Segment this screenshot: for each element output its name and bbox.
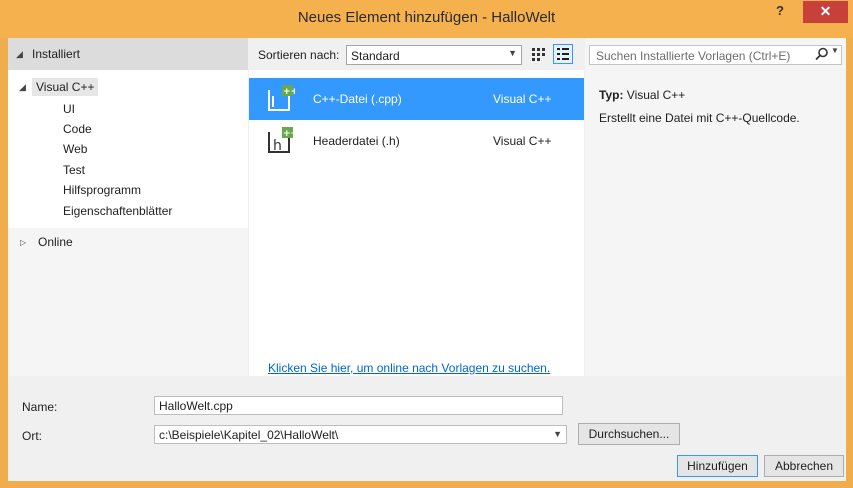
template-language: Visual C++ — [493, 92, 552, 106]
type-value: Visual C++ — [626, 88, 686, 102]
tree-item-eigenschaftenblaetter[interactable]: Eigenschaftenblätter — [63, 204, 172, 219]
collapse-triangle-icon[interactable]: ◢ — [16, 49, 23, 60]
template-description: Erstellt eine Datei mit C++-Quellcode. — [599, 111, 800, 125]
name-label: Name: — [22, 400, 58, 414]
tree-item-visual-cpp[interactable]: Visual C++ — [32, 78, 99, 96]
help-button[interactable]: ? — [765, 1, 795, 23]
expand-triangle-icon[interactable]: ▷ — [20, 238, 26, 247]
sort-label: Sortieren nach: — [258, 48, 340, 62]
svg-text:h: h — [273, 138, 282, 154]
template-item-header[interactable]: h ++ Headerdatei (.h) Visual C++ — [249, 120, 584, 162]
template-language: Visual C++ — [493, 134, 552, 148]
template-name: C++-Datei (.cpp) — [313, 92, 402, 106]
online-templates-link[interactable]: Klicken Sie hier, um online nach Vorlage… — [268, 361, 550, 375]
category-panel: ◢ Installiert ◢ Visual C++ UI Code Web T… — [8, 38, 248, 376]
cancel-button[interactable]: Abbrechen — [764, 455, 844, 477]
tree-item-web[interactable]: Web — [63, 142, 87, 157]
chevron-down-icon[interactable]: ▼ — [553, 429, 562, 439]
window-title: Neues Element hinzufügen - HalloWelt — [297, 9, 556, 26]
template-toolbar: Sortieren nach: Standard ▼ — [249, 38, 584, 70]
dialog-window: Neues Element hinzufügen - HalloWelt ? ✕… — [0, 0, 853, 488]
template-list-panel: Sortieren nach: Standard ▼ ++ C++-Datei … — [249, 38, 584, 376]
tree-item-code[interactable]: Code — [63, 122, 92, 137]
installed-label: Installiert — [32, 47, 81, 61]
template-name: Headerdatei (.h) — [313, 134, 400, 148]
sort-dropdown[interactable]: Standard ▼ — [346, 45, 522, 65]
svg-text:++: ++ — [283, 129, 295, 139]
browse-button[interactable]: Durchsuchen... — [578, 423, 680, 445]
bottom-form: Name: HalloWelt.cpp Ort: c:\Beispiele\Ka… — [8, 376, 846, 481]
title-bar[interactable]: Neues Element hinzufügen - HalloWelt ? ✕ — [0, 0, 853, 38]
category-header: ◢ Installiert — [8, 38, 248, 70]
details-panel: Suchen Installierte Vorlagen (Ctrl+E) ▼ … — [585, 38, 846, 376]
type-info: Typ: Visual C++ — [599, 88, 685, 102]
tree-item-online[interactable]: Online — [38, 235, 73, 249]
name-field[interactable]: HalloWelt.cpp — [154, 396, 563, 415]
tree-item-test[interactable]: Test — [63, 163, 85, 178]
cpp-file-icon: ++ — [268, 85, 295, 111]
location-label: Ort: — [22, 429, 42, 443]
header-file-icon: h ++ — [268, 127, 295, 154]
tree-item-ui[interactable]: UI — [63, 102, 75, 117]
close-button[interactable]: ✕ — [803, 1, 848, 23]
chevron-down-icon: ▼ — [508, 48, 517, 58]
location-value: c:\Beispiele\Kapitel_02\HalloWelt\ — [159, 428, 339, 442]
search-input[interactable]: Suchen Installierte Vorlagen (Ctrl+E) — [589, 45, 842, 65]
chevron-down-icon[interactable]: ▼ — [831, 46, 839, 55]
dialog-body: ◢ Installiert ◢ Visual C++ UI Code Web T… — [8, 38, 846, 481]
template-item-cpp[interactable]: ++ C++-Datei (.cpp) Visual C++ — [249, 78, 584, 120]
expand-triangle-icon[interactable]: ◢ — [19, 82, 26, 93]
sort-value: Standard — [351, 49, 400, 63]
tree-item-hilfsprogramm[interactable]: Hilfsprogramm — [63, 183, 141, 198]
list-view-icon[interactable] — [553, 44, 573, 64]
grid-view-icon[interactable] — [530, 46, 546, 62]
search-icon[interactable] — [815, 47, 829, 61]
category-tree: ◢ Visual C++ UI Code Web Test Hilfsprogr… — [8, 70, 248, 228]
location-combobox[interactable]: c:\Beispiele\Kapitel_02\HalloWelt\ ▼ — [154, 425, 567, 444]
type-label: Typ: — [599, 88, 624, 102]
svg-text:++: ++ — [283, 87, 295, 97]
add-button[interactable]: Hinzufügen — [677, 455, 758, 477]
